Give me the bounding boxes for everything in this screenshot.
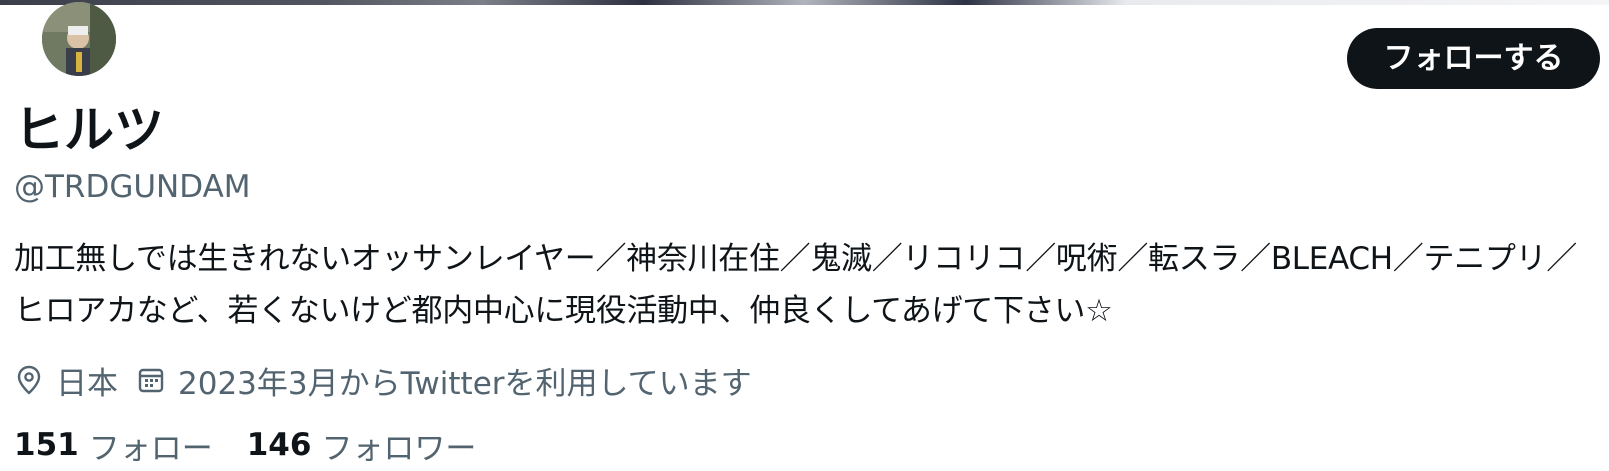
following-count: 151 bbox=[14, 427, 79, 463]
avatar[interactable] bbox=[42, 2, 116, 76]
follow-button[interactable]: フォローする bbox=[1347, 28, 1600, 89]
profile-banner[interactable] bbox=[0, 0, 1609, 5]
location-item: 日本 bbox=[16, 358, 118, 403]
following-label: フォロー bbox=[88, 430, 213, 467]
user-handle: @TRDGUNDAM bbox=[14, 169, 251, 205]
profile-meta: 日本 2023年3月からTwitterを利用しています bbox=[16, 358, 772, 403]
follow-stats: 151 フォロー 146 フォロワー bbox=[14, 423, 510, 468]
calendar-icon bbox=[138, 368, 164, 393]
following-link[interactable]: 151 フォロー bbox=[14, 423, 213, 468]
joined-text: 2023年3月からTwitterを利用しています bbox=[178, 365, 752, 402]
profile-bio: 加工無しでは生きれないオッサンレイヤー／神奈川在住／鬼滅／リコリコ／呪術／転スラ… bbox=[14, 241, 1577, 329]
followers-label: フォロワー bbox=[321, 430, 477, 467]
location-text: 日本 bbox=[56, 365, 118, 402]
display-name: ヒルツ bbox=[14, 101, 164, 159]
followers-count: 146 bbox=[246, 427, 312, 463]
followers-link[interactable]: 146 フォロワー bbox=[247, 423, 477, 468]
location-pin-icon bbox=[17, 365, 41, 395]
joined-item: 2023年3月からTwitterを利用しています bbox=[138, 358, 752, 403]
